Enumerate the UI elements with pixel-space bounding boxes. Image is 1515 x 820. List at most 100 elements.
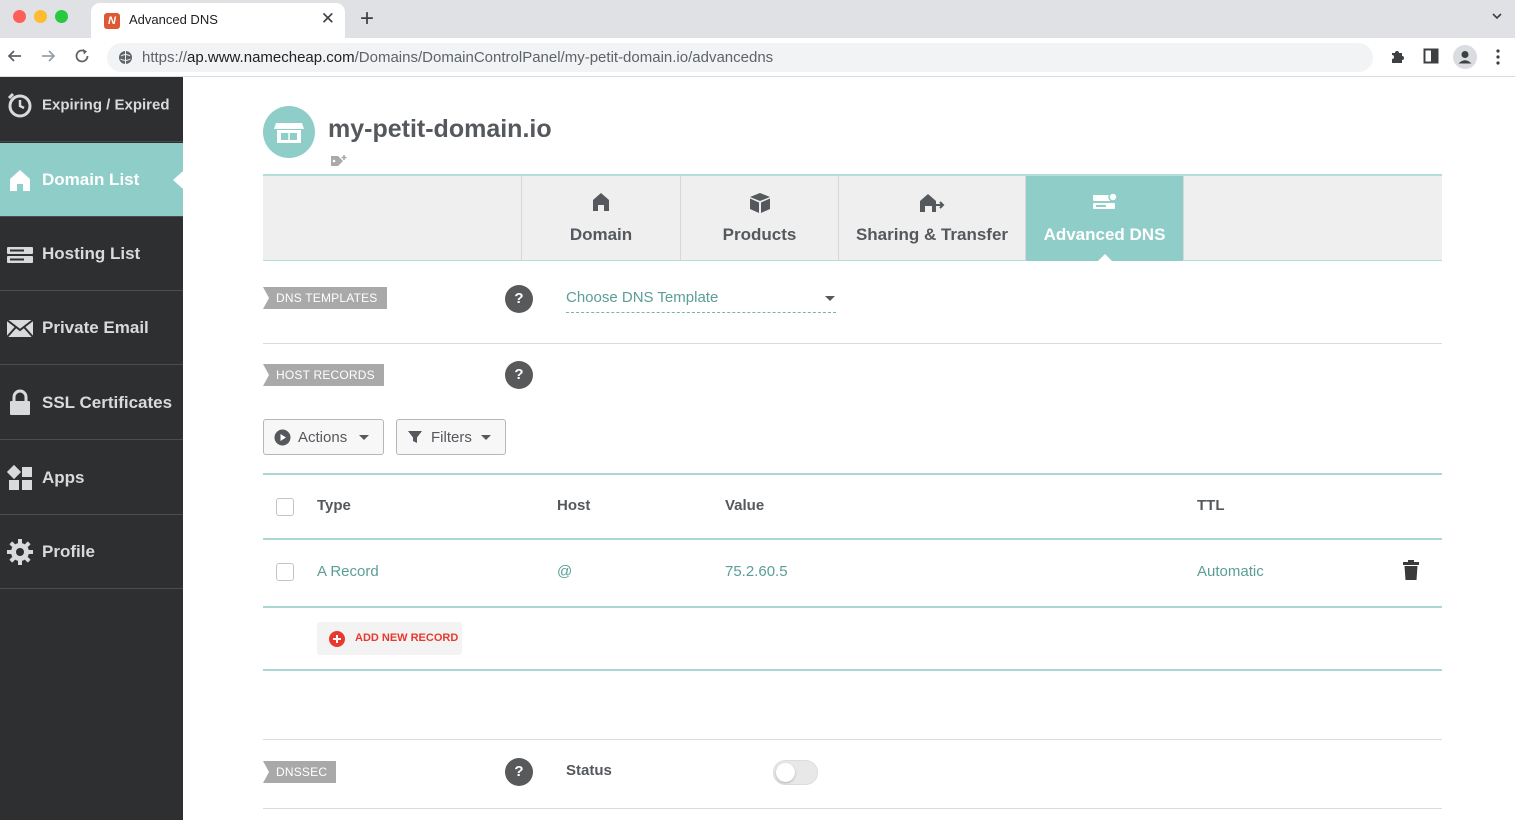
envelope-icon bbox=[6, 314, 34, 342]
tab-search-chevron-icon[interactable] bbox=[1491, 9, 1503, 27]
home-icon bbox=[592, 192, 610, 217]
tab-divider bbox=[1183, 176, 1184, 261]
row-checkbox[interactable] bbox=[276, 563, 294, 581]
dnssec-toggle[interactable] bbox=[773, 760, 818, 785]
filter-icon bbox=[407, 429, 423, 450]
tab-advanced-dns[interactable]: Advanced DNS bbox=[1025, 176, 1183, 261]
url-text: https://ap.www.namecheap.com/Domains/Dom… bbox=[142, 49, 773, 66]
lock-icon bbox=[6, 389, 34, 417]
tab-label: Sharing & Transfer bbox=[855, 225, 1009, 244]
minimize-window-button[interactable] bbox=[34, 10, 47, 23]
browser-menu-icon[interactable] bbox=[1495, 49, 1501, 70]
tab-domain[interactable]: Domain bbox=[521, 176, 680, 261]
server-icon bbox=[6, 240, 34, 268]
stopwatch-icon bbox=[6, 91, 34, 119]
sidebar-item-label: Private Email bbox=[42, 317, 149, 337]
sidebar-item-profile[interactable]: Profile bbox=[0, 515, 183, 589]
dns-template-select[interactable]: Choose DNS Template bbox=[566, 287, 836, 313]
dns-templates-help-icon[interactable]: ? bbox=[505, 285, 533, 313]
site-info-icon[interactable] bbox=[118, 50, 133, 65]
transfer-icon bbox=[919, 192, 945, 219]
side-panel-icon[interactable] bbox=[1423, 48, 1439, 69]
add-new-record-label: ADD NEW RECORD bbox=[355, 632, 459, 644]
sidebar-item-ssl-certificates[interactable]: SSL Certificates bbox=[0, 366, 183, 440]
plus-circle-icon bbox=[329, 631, 345, 647]
column-header-type: Type bbox=[317, 497, 351, 514]
record-host[interactable]: @ bbox=[557, 563, 572, 580]
profile-avatar-icon[interactable] bbox=[1453, 45, 1477, 74]
actions-dropdown-button[interactable]: Actions bbox=[263, 419, 384, 455]
dns-templates-section-label: DNS TEMPLATES bbox=[263, 287, 387, 309]
table-header-border bbox=[263, 538, 1442, 540]
browser-tab[interactable]: N Advanced DNS ✕ bbox=[91, 3, 345, 38]
filters-label: Filters bbox=[431, 429, 472, 446]
sidebar-item-private-email[interactable]: Private Email bbox=[0, 291, 183, 365]
chevron-down-icon bbox=[481, 435, 491, 440]
play-circle-icon bbox=[274, 429, 291, 451]
sidebar-item-label: Apps bbox=[42, 467, 85, 487]
tab-label: Products bbox=[722, 225, 797, 244]
sidebar-item-label: SSL Certificates bbox=[42, 392, 173, 412]
new-tab-button[interactable]: + bbox=[360, 5, 374, 33]
extensions-puzzle-icon[interactable] bbox=[1389, 48, 1406, 70]
sidebar-item-label: Domain List bbox=[42, 169, 140, 189]
browser-tab-title: Advanced DNS bbox=[129, 12, 218, 27]
add-new-record-button[interactable]: ADD NEW RECORD bbox=[317, 622, 462, 655]
sidebar-item-label: Hosting List bbox=[42, 243, 141, 263]
domain-store-avatar bbox=[263, 106, 315, 158]
select-all-checkbox[interactable] bbox=[276, 498, 294, 516]
chevron-down-icon bbox=[359, 435, 369, 440]
host-records-section-label: HOST RECORDS bbox=[263, 364, 384, 386]
record-ttl[interactable]: Automatic bbox=[1197, 563, 1264, 580]
add-tag-icon[interactable] bbox=[330, 154, 348, 173]
box-icon bbox=[749, 192, 771, 219]
close-window-button[interactable] bbox=[13, 10, 26, 23]
url-omnibox[interactable]: https://ap.www.namecheap.com/Domains/Dom… bbox=[107, 43, 1373, 72]
tab-sharing-transfer[interactable]: Sharing & Transfer bbox=[838, 176, 1025, 261]
dns-template-select-value: Choose DNS Template bbox=[566, 289, 719, 306]
reload-icon[interactable] bbox=[73, 47, 91, 70]
sidebar-item-label: Expiring / Expired bbox=[42, 96, 170, 113]
sidebar: Expiring / Expired Domain List Hosting L… bbox=[0, 77, 183, 820]
column-header-value: Value bbox=[725, 497, 765, 514]
divider bbox=[263, 739, 1442, 740]
maximize-window-button[interactable] bbox=[55, 10, 68, 23]
dnssec-help-icon[interactable]: ? bbox=[505, 758, 533, 786]
forward-arrow-icon[interactable] bbox=[39, 47, 57, 70]
actions-label: Actions bbox=[298, 429, 348, 446]
domain-title: my-petit-domain.io bbox=[328, 115, 552, 143]
sidebar-item-label: Profile bbox=[42, 541, 95, 561]
sidebar-item-apps[interactable]: Apps bbox=[0, 441, 183, 515]
sidebar-item-domain-list[interactable]: Domain List bbox=[0, 143, 183, 217]
main-content: my-petit-domain.io Domain Products Shari… bbox=[183, 77, 1515, 820]
tab-label: Domain bbox=[569, 225, 633, 244]
dns-icon bbox=[1092, 192, 1118, 217]
sidebar-item-expiring-expired[interactable]: Expiring / Expired bbox=[0, 68, 183, 142]
gear-icon bbox=[6, 538, 34, 566]
sidebar-item-hosting-list[interactable]: Hosting List bbox=[0, 217, 183, 291]
tab-products[interactable]: Products bbox=[680, 176, 838, 261]
divider bbox=[263, 343, 1442, 344]
browser-tab-bar: N Advanced DNS ✕ + bbox=[0, 0, 1515, 38]
back-arrow-icon[interactable] bbox=[6, 47, 24, 70]
record-value[interactable]: 75.2.60.5 bbox=[725, 563, 788, 580]
home-icon bbox=[6, 166, 34, 194]
dnssec-section-label: DNSSEC bbox=[263, 761, 337, 783]
record-type[interactable]: A Record bbox=[317, 563, 379, 580]
filters-dropdown-button[interactable]: Filters bbox=[396, 419, 506, 455]
chevron-down-icon bbox=[825, 296, 835, 301]
host-records-help-icon[interactable]: ? bbox=[505, 361, 533, 389]
close-tab-icon[interactable]: ✕ bbox=[321, 9, 335, 29]
tab-label: Advanced DNS bbox=[1043, 225, 1166, 244]
url-scheme: https:// bbox=[142, 49, 188, 66]
url-host: ap.www.namecheap.com bbox=[187, 49, 355, 66]
domain-tabs: Domain Products Sharing & Transfer Advan… bbox=[263, 174, 1442, 261]
dnssec-status-label: Status bbox=[566, 762, 612, 779]
divider bbox=[263, 808, 1442, 809]
delete-trash-icon[interactable] bbox=[1402, 559, 1420, 586]
column-header-ttl: TTL bbox=[1197, 497, 1225, 514]
address-bar-row: https://ap.www.namecheap.com/Domains/Dom… bbox=[0, 38, 1515, 77]
apps-icon bbox=[6, 464, 34, 492]
table-row-border bbox=[263, 606, 1442, 608]
table-bottom-border bbox=[263, 669, 1442, 671]
